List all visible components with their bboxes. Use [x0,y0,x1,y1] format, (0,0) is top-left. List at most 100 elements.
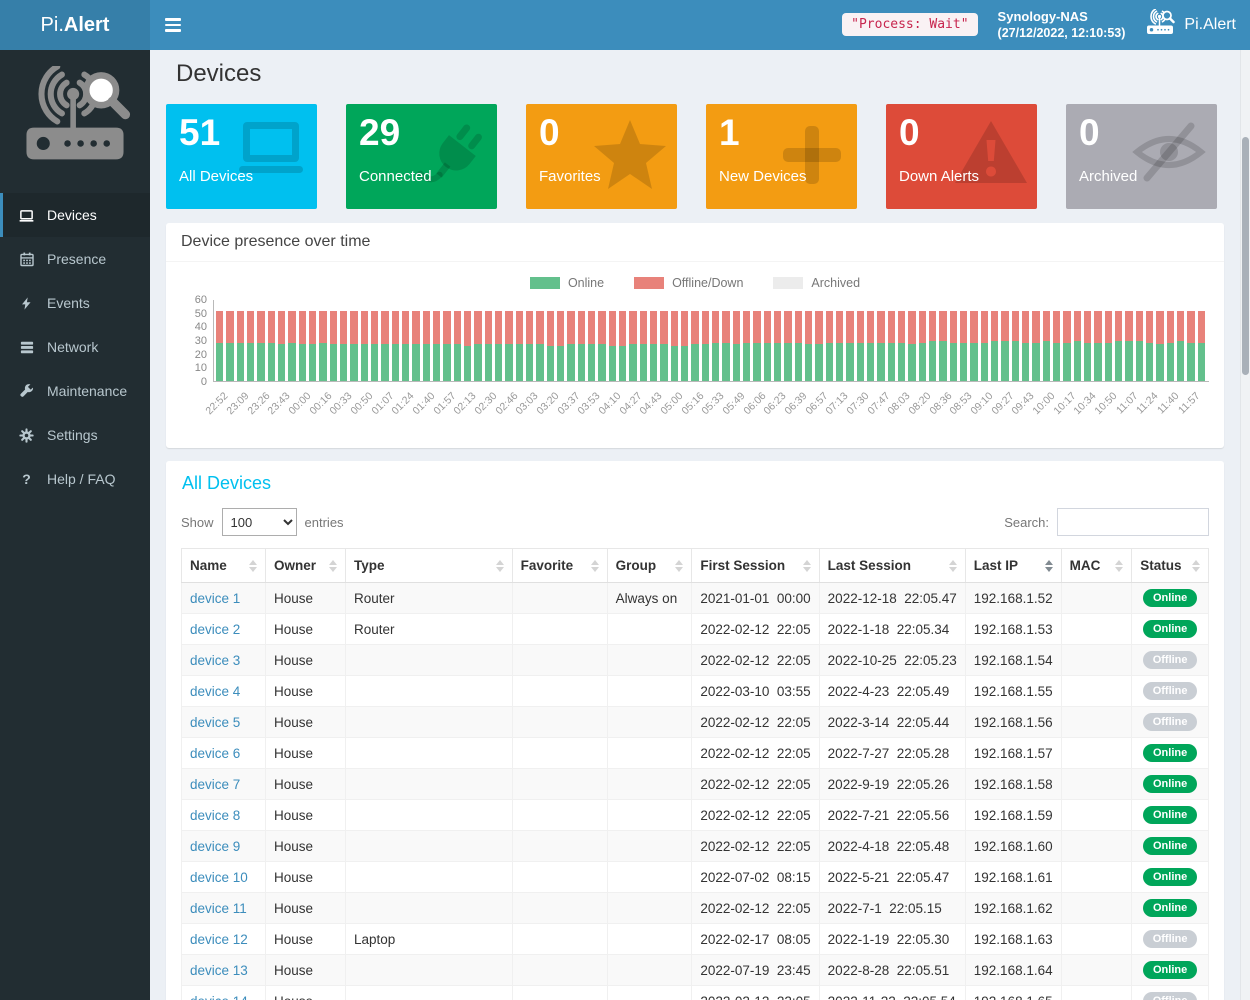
cell-mac [1061,583,1132,614]
cell-mac [1061,955,1132,986]
presence-bar [1022,311,1029,381]
sidebar-item-settings[interactable]: Settings [0,413,150,457]
table-header-status[interactable]: Status [1132,549,1209,583]
cell-status: Offline [1132,986,1209,1000]
pialert-logo [0,50,150,193]
scrollbar-thumb[interactable] [1242,137,1249,375]
cell-group [607,800,692,831]
table-header-last-session[interactable]: Last Session [819,549,965,583]
table-header-mac[interactable]: MAC [1061,549,1132,583]
cell-last-session: 2022-12-18 22:05.47 [819,583,965,614]
status-badge: Online [1143,899,1197,917]
presence-bar [299,311,306,381]
sidebar-item-network[interactable]: Network [0,325,150,369]
cell-first-session: 2022-07-19 23:45 [692,955,819,986]
table-header-group[interactable]: Group [607,549,692,583]
cell-first-session: 2021-01-01 00:00 [692,583,819,614]
cell-mac [1061,707,1132,738]
page-length-select[interactable]: 100 [222,508,297,536]
devices-panel: All Devices Show 100 entries Search: Nam… [166,461,1224,1000]
column-label: Favorite [521,558,574,573]
presence-bar [950,311,957,381]
cell-group [607,645,692,676]
cell-owner: House [265,645,345,676]
table-header-owner[interactable]: Owner [265,549,345,583]
cell-first-session: 2022-02-17 08:05 [692,924,819,955]
search-input[interactable] [1057,508,1209,536]
device-link[interactable]: device 9 [190,839,240,854]
device-link[interactable]: device 1 [190,591,240,606]
sidebar-item-presence[interactable]: Presence [0,237,150,281]
presence-bar [908,311,915,381]
cell-mac [1061,862,1132,893]
legend-label: Online [568,276,604,290]
cell-type [346,769,513,800]
device-link[interactable]: device 13 [190,963,248,978]
cell-first-session: 2022-02-12 22:05 [692,986,819,1000]
table-header-type[interactable]: Type [346,549,513,583]
status-badge: Online [1143,868,1197,886]
device-link[interactable]: device 5 [190,715,240,730]
cell-status: Offline [1132,707,1209,738]
table-row: device 4House2022-03-10 03:552022-4-23 2… [182,676,1209,707]
presence-bar [588,311,595,381]
presence-bar [319,311,326,381]
summary-card-archived[interactable]: 0Archived [1066,104,1217,209]
table-header-last-ip[interactable]: Last IP [965,549,1061,583]
legend-item-offline-down[interactable]: Offline/Down [634,276,743,290]
device-link[interactable]: device 4 [190,684,240,699]
device-link[interactable]: device 6 [190,746,240,761]
presence-bar [815,311,822,381]
legend-item-archived[interactable]: Archived [773,276,860,290]
cell-group [607,614,692,645]
cell-owner: House [265,583,345,614]
cell-type [346,862,513,893]
device-link[interactable]: device 11 [190,901,247,916]
presence-panel-title: Device presence over time [166,223,1224,262]
cell-type [346,645,513,676]
table-header-first-session[interactable]: First Session [692,549,819,583]
cell-name: device 9 [182,831,266,862]
summary-card-all-devices[interactable]: 51All Devices [166,104,317,209]
cell-last-session: 2022-1-19 22:05.30 [819,924,965,955]
sidebar-toggle-button[interactable] [150,0,195,50]
device-link[interactable]: device 7 [190,777,240,792]
device-link[interactable]: device 14 [190,994,248,1000]
x-tick-label: 09:10 [969,390,996,417]
sidebar-item-maintenance[interactable]: Maintenance [0,369,150,413]
summary-card-new-devices[interactable]: 1New Devices [706,104,857,209]
cell-mac [1061,924,1132,955]
table-header-name[interactable]: Name [182,549,266,583]
cell-type [346,893,513,924]
cell-name: device 11 [182,893,266,924]
card-value: 0 [1066,104,1217,154]
cell-type [346,738,513,769]
cell-name: device 10 [182,862,266,893]
x-tick-label: 11:57 [1176,390,1203,417]
presence-bar [1063,311,1070,381]
summary-card-connected[interactable]: 29Connected [346,104,497,209]
device-link[interactable]: device 10 [190,870,248,885]
device-link[interactable]: device 2 [190,622,240,637]
summary-card-down-alerts[interactable]: 0Down Alerts [886,104,1037,209]
sidebar-item-events[interactable]: Events [0,281,150,325]
sort-icon [496,560,504,572]
legend-item-online[interactable]: Online [530,276,604,290]
summary-card-favorites[interactable]: 0Favorites [526,104,677,209]
table-header-favorite[interactable]: Favorite [512,549,607,583]
cell-type: Router [346,614,513,645]
cell-mac [1061,676,1132,707]
device-link[interactable]: device 12 [190,932,248,947]
presence-bar [795,311,802,381]
sidebar-item-devices[interactable]: Devices [0,193,150,237]
x-tick-label: 08:36 [927,390,954,417]
device-link[interactable]: device 8 [190,808,240,823]
cell-status: Offline [1132,676,1209,707]
x-tick-label: 11:07 [1114,390,1141,417]
device-link[interactable]: device 3 [190,653,240,668]
brand-logo[interactable]: Pi.Alert [0,0,150,50]
column-label: Type [354,558,385,573]
table-row: device 6House2022-02-12 22:052022-7-27 2… [182,738,1209,769]
cell-status: Online [1132,831,1209,862]
sidebar-item-help-faq[interactable]: ?Help / FAQ [0,457,150,501]
